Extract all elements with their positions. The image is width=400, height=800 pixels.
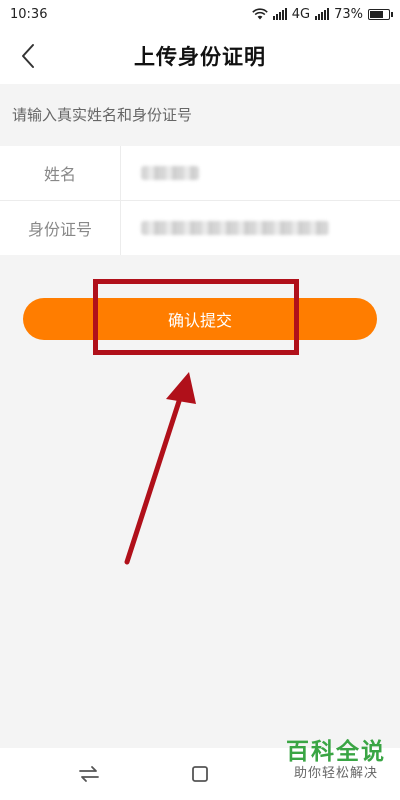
signal-icon-2 <box>315 8 330 20</box>
status-icons: 4G 73% <box>251 6 393 22</box>
watermark-title: 百科全说 <box>286 739 386 765</box>
status-bar: 10:36 4G 73% <box>0 0 400 28</box>
switch-button[interactable] <box>77 762 101 786</box>
id-number-label: 身份证号 <box>0 201 121 255</box>
id-form: 姓名 身份证号 <box>0 146 400 255</box>
battery-percent: 73% <box>334 6 363 22</box>
battery-icon <box>368 8 393 20</box>
square-icon <box>192 766 208 782</box>
name-label: 姓名 <box>0 146 121 200</box>
watermark-subtitle: 助你轻松解决 <box>293 766 378 781</box>
form-hint: 请输入真实姓名和身份证号 <box>0 84 400 144</box>
id-number-row: 身份证号 <box>0 200 400 255</box>
battery-level <box>370 10 383 18</box>
watermark: 百科全说 助你轻松解决 <box>286 739 386 783</box>
network-label: 4G <box>291 6 311 22</box>
chevron-left-icon <box>22 44 34 68</box>
name-field[interactable] <box>121 146 400 200</box>
wifi-icon <box>251 8 268 20</box>
switch-arrows-icon <box>79 766 99 782</box>
id-number-value-redacted <box>141 221 329 235</box>
page-title: 上传身份证明 <box>134 45 266 69</box>
header: 上传身份证明 <box>0 28 400 84</box>
back-button[interactable] <box>8 36 48 76</box>
overview-button[interactable] <box>188 762 212 786</box>
signal-icon <box>272 8 287 20</box>
name-row: 姓名 <box>0 146 400 200</box>
status-time: 10:36 <box>10 6 48 22</box>
name-value-redacted <box>141 166 199 180</box>
submit-button[interactable]: 确认提交 <box>23 298 377 340</box>
id-number-field[interactable] <box>121 201 400 255</box>
